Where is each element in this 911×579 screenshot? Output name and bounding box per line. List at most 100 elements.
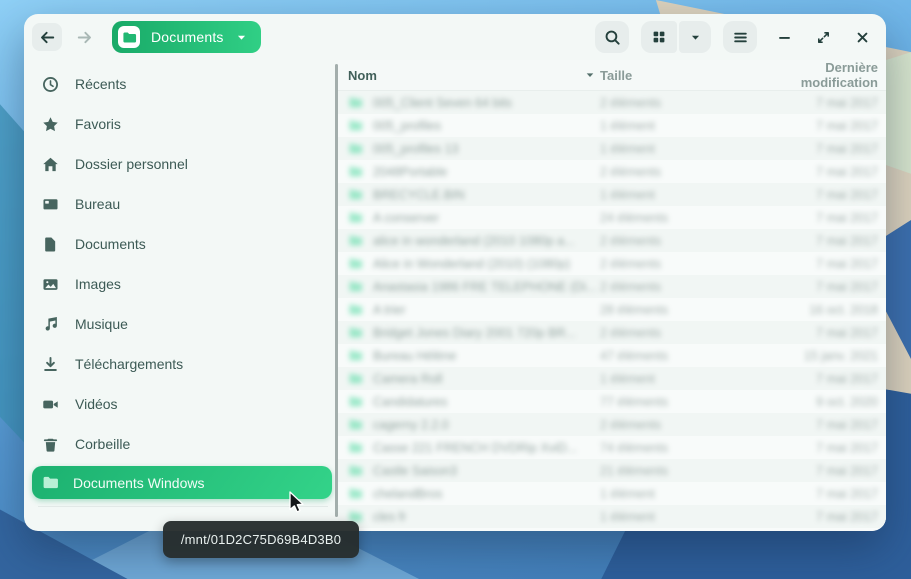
- column-header-size[interactable]: Taille: [600, 68, 758, 83]
- file-name-cell: alice in wonderland (2010 1080p a...: [348, 233, 600, 248]
- folder-icon: [348, 348, 363, 363]
- file-name: Bureau Hélène: [373, 349, 456, 363]
- table-row[interactable]: 005_Client Seven 64 bits 2 éléments 7 ma…: [338, 91, 886, 114]
- folder-icon: [348, 256, 363, 271]
- table-row[interactable]: chelandBros 1 élément 7 mai 2017: [338, 482, 886, 505]
- folder-icon: [348, 210, 363, 225]
- file-name: 005_Client Seven 64 bits: [373, 96, 512, 110]
- table-row[interactable]: Anastasia 1986 FRE TELEPHONE (Di... 2 él…: [338, 275, 886, 298]
- file-name-cell: Castle Saison3: [348, 463, 600, 478]
- file-name-cell: 005_Client Seven 64 bits: [348, 95, 600, 110]
- table-row[interactable]: Castle Saison3 21 éléments 7 mai 2017: [338, 459, 886, 482]
- file-name: cagerny 2.2.0: [373, 418, 449, 432]
- sidebar-item-label: Documents: [75, 236, 146, 252]
- grid-view-button[interactable]: [641, 21, 677, 53]
- file-name: 2048Portable: [373, 165, 447, 179]
- table-row[interactable]: cles fr 1 élément 7 mai 2017: [338, 505, 886, 528]
- table-row[interactable]: Bureau Hélène 47 éléments 15 janv. 2021: [338, 344, 886, 367]
- forward-button[interactable]: [70, 23, 98, 51]
- folder-icon: [348, 95, 363, 110]
- table-row[interactable]: comptes 3 éléments 7 mai 2017: [338, 528, 886, 531]
- file-name-cell: Camera Roll: [348, 371, 600, 386]
- file-name: Bridget Jones Diary 2001 720p BR...: [373, 326, 576, 340]
- folder-icon: [348, 440, 363, 455]
- close-button[interactable]: [850, 25, 874, 49]
- trash-icon: [42, 436, 59, 453]
- file-size: 1 élément: [600, 142, 758, 156]
- sidebar-item-bureau[interactable]: Bureau: [32, 184, 332, 224]
- search-button[interactable]: [595, 21, 629, 53]
- file-name: 005_profiles: [373, 119, 441, 133]
- sidebar-divider: [38, 506, 328, 507]
- folder-icon: [122, 30, 137, 45]
- sidebar-item-recents[interactable]: Récents: [32, 64, 332, 104]
- file-modified-date: 7 mai 2017: [758, 326, 878, 340]
- sidebar-item-documents[interactable]: Documents: [32, 224, 332, 264]
- file-size: 74 éléments: [600, 441, 758, 455]
- file-name: BRECYCLE.BIN: [373, 188, 465, 202]
- maximize-button[interactable]: [811, 25, 835, 49]
- table-row[interactable]: 005_profiles 1 élément 7 mai 2017: [338, 114, 886, 137]
- file-name: Castle Saison3: [373, 464, 457, 478]
- file-name: alice in wonderland (2010 1080p a...: [373, 234, 575, 248]
- sidebar-item-corbeille[interactable]: Corbeille: [32, 424, 332, 464]
- table-row[interactable]: Camera Roll 1 élément 7 mai 2017: [338, 367, 886, 390]
- file-name-cell: A conserver: [348, 210, 600, 225]
- close-icon: [855, 30, 870, 45]
- sidebar-item-musique[interactable]: Musique: [32, 304, 332, 344]
- file-name-cell: cles fr: [348, 509, 600, 524]
- file-name-cell: BRECYCLE.BIN: [348, 187, 600, 202]
- folder-icon: [348, 394, 363, 409]
- table-row[interactable]: alice in wonderland (2010 1080p a... 2 é…: [338, 229, 886, 252]
- file-modified-date: 7 mai 2017: [758, 119, 878, 133]
- video-icon: [42, 396, 59, 413]
- hamburger-menu-icon: [732, 29, 749, 46]
- location-button[interactable]: Documents: [112, 21, 261, 53]
- table-row[interactable]: Candidatures 77 éléments 9 oct. 2020: [338, 390, 886, 413]
- chevron-down-icon: [689, 31, 702, 44]
- image-icon: [42, 276, 59, 293]
- table-row[interactable]: Bridget Jones Diary 2001 720p BR... 2 él…: [338, 321, 886, 344]
- back-arrow-icon: [39, 29, 56, 46]
- table-row[interactable]: Casse 221 FRENCH DVDRip XviD... 74 éléme…: [338, 436, 886, 459]
- table-row[interactable]: Alice in Wonderland (2010) (1080p) 2 élé…: [338, 252, 886, 275]
- table-row[interactable]: A trier 28 éléments 16 oct. 2018: [338, 298, 886, 321]
- table-row[interactable]: A conserver 24 éléments 7 mai 2017: [338, 206, 886, 229]
- folder-icon: [348, 302, 363, 317]
- file-name: chelandBros: [373, 487, 443, 501]
- file-name-cell: Bureau Hélène: [348, 348, 600, 363]
- file-size: 1 élément: [600, 188, 758, 202]
- table-row[interactable]: 2048Portable 2 éléments 7 mai 2017: [338, 160, 886, 183]
- file-modified-date: 7 mai 2017: [758, 234, 878, 248]
- path-tooltip: /mnt/01D2C75D69B4D3B0: [163, 521, 359, 558]
- table-row[interactable]: BRECYCLE.BIN 1 élément 7 mai 2017: [338, 183, 886, 206]
- sidebar-item-telechargements[interactable]: Téléchargements: [32, 344, 332, 384]
- table-row[interactable]: cagerny 2.2.0 2 éléments 7 mai 2017: [338, 413, 886, 436]
- file-modified-date: 7 mai 2017: [758, 257, 878, 271]
- sidebar-item-favoris[interactable]: Favoris: [32, 104, 332, 144]
- grid-view-icon: [651, 29, 667, 45]
- file-size: 2 éléments: [600, 326, 758, 340]
- chevron-down-icon: [235, 31, 248, 44]
- sidebar-item-images[interactable]: Images: [32, 264, 332, 304]
- back-button[interactable]: [32, 23, 62, 51]
- sidebar-item-label: Documents Windows: [73, 475, 205, 491]
- file-size: 28 éléments: [600, 303, 758, 317]
- file-modified-date: 9 oct. 2020: [758, 395, 878, 409]
- minimize-button[interactable]: [772, 25, 796, 49]
- file-list-pane: Nom Taille Dernière modification 005_Cli…: [338, 60, 886, 531]
- main-menu-button[interactable]: [723, 21, 757, 53]
- column-name-label: Nom: [348, 68, 377, 83]
- file-name-cell: Candidatures: [348, 394, 600, 409]
- file-modified-date: 7 mai 2017: [758, 165, 878, 179]
- clock-icon: [42, 76, 59, 93]
- file-size: 2 éléments: [600, 280, 758, 294]
- folder-icon: [348, 325, 363, 340]
- column-header-modified[interactable]: Dernière modification: [758, 60, 878, 90]
- column-header-name[interactable]: Nom: [348, 68, 600, 83]
- sidebar-item-dossier-personnel[interactable]: Dossier personnel: [32, 144, 332, 184]
- table-row[interactable]: 005_profiles 13 1 élément 7 mai 2017: [338, 137, 886, 160]
- sidebar-scrollbar[interactable]: [335, 64, 338, 517]
- sidebar-item-videos[interactable]: Vidéos: [32, 384, 332, 424]
- view-options-button[interactable]: [679, 21, 711, 53]
